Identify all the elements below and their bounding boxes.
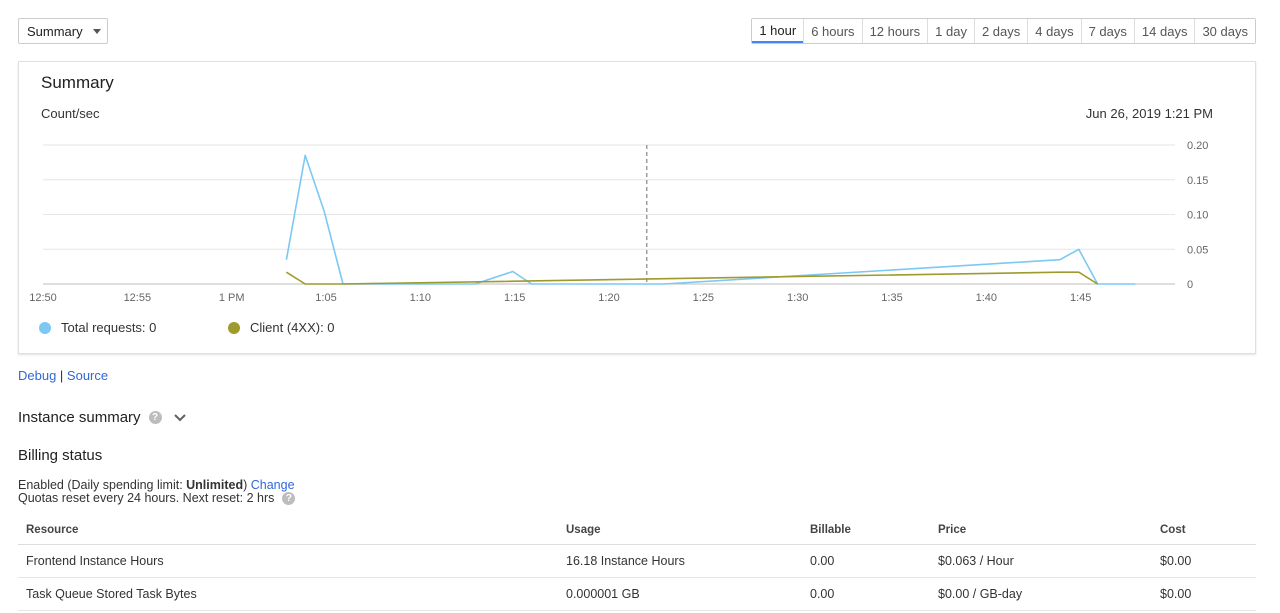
debug-link[interactable]: Debug [18,368,56,383]
x-tick-label: 1:10 [410,292,431,304]
cell-usage: 0.000001 GB [558,577,802,611]
range-2-days[interactable]: 2 days [973,19,1028,43]
help-icon[interactable]: ? [148,411,162,424]
legend-dot-icon [228,321,240,334]
y-tick-label: 0.15 [1187,175,1208,187]
column-header-resource: Resource [18,516,558,545]
billing-limit-suffix: ) [243,478,251,492]
quota-reset-text: Quotas reset every 24 hours. Next reset:… [18,491,275,505]
y-tick-label: 0.20 [1187,140,1208,152]
x-tick-label: 1 PM [219,292,245,304]
chevron-down-icon[interactable] [172,410,188,426]
view-select[interactable]: Summary [18,18,108,44]
quota-reset-line: Quotas reset every 24 hours. Next reset:… [18,491,296,505]
x-tick-label: 1:30 [787,292,808,304]
range-30-days[interactable]: 30 days [1194,19,1255,43]
y-tick-label: 0.05 [1187,244,1208,256]
table-row: Frontend Instance Hours 16.18 Instance H… [18,544,1256,578]
cell-usage: 16.18 Instance Hours [558,544,802,578]
billing-table: Resource Usage Billable Price Cost Front… [18,516,1256,611]
help-icon[interactable]: ? [282,492,296,505]
legend-item-total-requests[interactable]: Total requests: 0 [39,320,156,335]
view-select-label: Summary [27,23,83,39]
source-link[interactable]: Source [67,368,108,383]
range-1-hour[interactable]: 1 hour [752,19,804,43]
range-14-days[interactable]: 14 days [1133,19,1195,43]
cell-resource: Task Queue Stored Task Bytes [18,577,558,611]
series-line-total-requests [285,154,1136,285]
range-4-days[interactable]: 4 days [1027,19,1081,43]
chart-timestamp: Jun 26, 2019 1:21 PM [1085,106,1213,121]
y-tick-label: 0 [1187,279,1193,291]
cell-billable: 0.00 [802,544,930,578]
x-tick-label: 12:50 [29,292,57,304]
cell-cost: $0.00 [1152,544,1256,578]
x-tick-label: 12:55 [124,292,152,304]
range-7-days[interactable]: 7 days [1080,19,1134,43]
range-6-hours[interactable]: 6 hours [803,19,862,43]
legend-label: Client (4XX): 0 [250,320,335,335]
instance-summary-header[interactable]: Instance summary ? [18,409,188,426]
range-12-hours[interactable]: 12 hours [861,19,928,43]
column-header-price: Price [930,516,1152,545]
legend-label: Total requests: 0 [61,320,157,335]
billing-limit-value: Unlimited [186,478,244,492]
billing-status-details: Enabled (Daily spending limit: Unlimited… [18,478,296,505]
time-range-selector: 1 hour 6 hours 12 hours 1 day 2 days 4 d… [751,18,1256,44]
summary-chart: 0.20 0.15 0.10 0.05 0 12:50 12:55 1 PM 1:05 1:10 1… [29,140,1208,304]
cell-billable: 0.00 [802,577,930,611]
x-tick-label: 1:45 [1070,292,1091,304]
x-tick-label: 1:25 [693,292,714,304]
legend-item-client-4xx[interactable]: Client (4XX): 0 [228,320,335,335]
instance-summary-title: Instance summary [18,409,141,426]
column-header-cost: Cost [1152,516,1256,545]
x-tick-label: 1:20 [598,292,619,304]
billing-status-title: Billing status [18,447,103,464]
chart-unit-label: Count/sec [41,106,100,121]
legend-dot-icon [39,321,51,334]
cell-cost: $0.00 [1152,577,1256,611]
debug-source-links: Debug | Source [18,368,108,383]
chart-title: Summary [41,73,114,92]
table-row: Task Queue Stored Task Bytes 0.000001 GB… [18,577,1256,611]
caret-down-icon [92,28,101,34]
column-header-usage: Usage [558,516,802,545]
billing-limit-prefix: Enabled (Daily spending limit: [18,478,187,492]
x-tick-label: 1:35 [881,292,902,304]
cell-price: $0.063 / Hour [930,544,1152,578]
x-tick-label: 1:15 [504,292,525,304]
summary-chart-card: 0.20 0.15 0.10 0.05 0 12:50 12:55 1 PM 1:05 1:10 1… [18,61,1256,354]
cell-price: $0.00 / GB-day [930,577,1152,611]
link-separator: | [56,368,67,383]
x-tick-label: 1:40 [976,292,997,304]
y-tick-label: 0.10 [1187,210,1208,222]
table-header-row: Resource Usage Billable Price Cost [18,516,1256,545]
column-header-billable: Billable [802,516,930,545]
range-1-day[interactable]: 1 day [927,19,974,43]
x-tick-label: 1:05 [315,292,336,304]
change-link[interactable]: Change [251,478,295,492]
cell-resource: Frontend Instance Hours [18,544,558,578]
